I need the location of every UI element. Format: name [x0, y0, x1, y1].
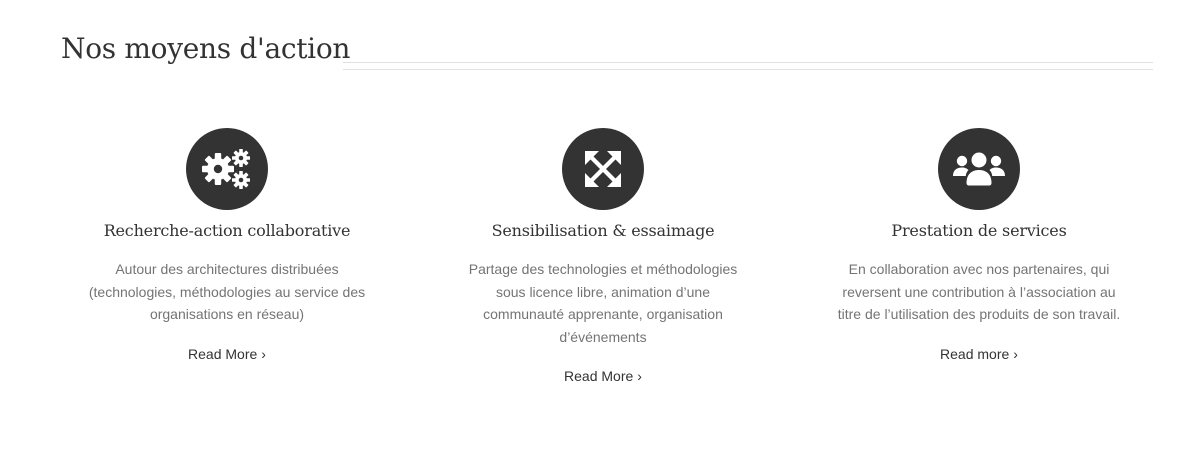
column-description: En collaboration avec nos partenaires, q…	[837, 261, 1121, 322]
chevron-right-icon: ›	[637, 368, 642, 384]
column-title: Recherche-action collaborative	[103, 221, 351, 240]
read-more-link[interactable]: Read More ›	[188, 345, 266, 363]
gears-icon	[202, 149, 250, 189]
read-more-link[interactable]: Read more ›	[940, 345, 1018, 363]
read-more-label: Read More	[564, 368, 634, 384]
users-icon	[953, 152, 1005, 186]
column-services: Prestation de services En collaboration …	[829, 128, 1129, 364]
read-more-label: Read more	[940, 345, 1010, 362]
section-header: Nos moyens d'action	[61, 30, 1153, 74]
chevron-right-icon: ›	[1013, 345, 1018, 362]
section-title: Nos moyens d'action	[61, 32, 351, 65]
column-title: Prestation de services	[891, 221, 1067, 240]
gears-icon-circle	[186, 128, 268, 210]
column-outreach: Sensibilisation & essaimage Partage des …	[453, 128, 753, 386]
column-research: Recherche-action collaborative Autour de…	[77, 128, 377, 364]
expand-arrows-icon-circle	[562, 128, 644, 210]
column-title: Sensibilisation & essaimage	[491, 221, 715, 240]
expand-arrows-icon	[585, 151, 621, 187]
read-more-label: Read More	[188, 345, 258, 362]
column-description: Autour des architectures distribuées (te…	[88, 261, 366, 322]
users-icon-circle	[938, 128, 1020, 210]
column-description: Partage des technologies et méthodologie…	[468, 261, 738, 345]
read-more-link[interactable]: Read More ›	[564, 367, 642, 385]
chevron-right-icon: ›	[261, 345, 266, 362]
title-separator	[343, 62, 1153, 70]
